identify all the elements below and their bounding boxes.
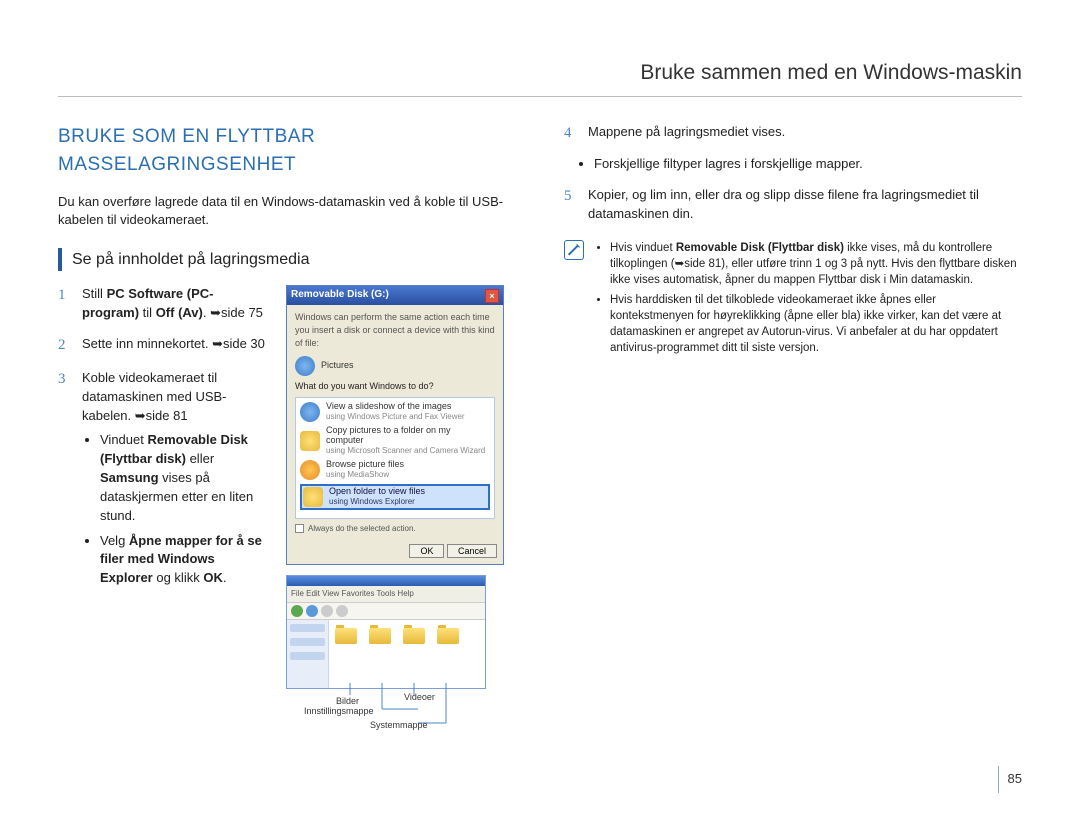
note-list: Hvis vinduet Removable Disk (Flyttbar di… bbox=[594, 240, 1022, 361]
folder-icon bbox=[335, 628, 357, 680]
step-1-body: Still PC Software (PC-program) til Off (… bbox=[82, 285, 268, 323]
ok-button[interactable]: OK bbox=[409, 544, 444, 558]
step-5-body: Kopier, og lim inn, eller dra og slipp d… bbox=[588, 186, 1022, 224]
step-4-body: Mappene på lagringsmediet vises. bbox=[588, 123, 1022, 145]
step-3-body: Koble videokameraet til datamaskinen med… bbox=[82, 369, 268, 594]
cancel-button[interactable]: Cancel bbox=[447, 544, 497, 558]
note-item-2: Hvis harddisken til det tilkoblede video… bbox=[610, 292, 1022, 356]
step-3-bullet-1: Vinduet Removable Disk (Flyttbar disk) e… bbox=[100, 431, 268, 525]
always-do-checkbox[interactable]: Always do the selected action. bbox=[295, 523, 495, 535]
subheading: Se på innholdet på lagringsmedia bbox=[58, 248, 528, 271]
step-number-5: 5 bbox=[564, 186, 578, 224]
explorer-toolbar bbox=[287, 603, 485, 620]
folder-icon bbox=[369, 628, 391, 680]
explorer-menu: File Edit View Favorites Tools Help bbox=[287, 586, 485, 603]
step-4-bullet: Forskjellige filtyper lagres i forskjell… bbox=[594, 155, 1022, 174]
dialog-title-text: Removable Disk (G:) bbox=[291, 288, 389, 303]
step-3-bullet-2: Velg Åpne mapper for å se filer med Wind… bbox=[100, 532, 268, 589]
callout-labels: Bilder Videoer Innstillingsmappe Systemm… bbox=[286, 683, 528, 743]
section-title: BRUKE SOM EN FLYTTBAR MASSELAGRINGSENHET bbox=[58, 123, 528, 178]
step-number-3: 3 bbox=[58, 369, 72, 594]
copy-pictures-icon bbox=[300, 431, 320, 451]
removable-disk-dialog: Removable Disk (G:) × Windows can perfor… bbox=[286, 285, 504, 565]
pictures-label: Pictures bbox=[321, 361, 495, 371]
step-2-body: Sette inn minnekortet. ➥side 30 bbox=[82, 335, 268, 357]
pictures-icon bbox=[295, 356, 315, 376]
page-number: 85 bbox=[998, 770, 1022, 789]
close-icon[interactable]: × bbox=[485, 289, 499, 303]
open-folder-icon bbox=[303, 487, 323, 507]
explorer-window: File Edit View Favorites Tools Help bbox=[286, 575, 486, 689]
browse-pictures-icon bbox=[300, 460, 320, 480]
intro-text: Du kan overføre lagrede data til en Wind… bbox=[58, 193, 528, 231]
slideshow-icon bbox=[300, 402, 320, 422]
step-number-4: 4 bbox=[564, 123, 578, 145]
folder-icon bbox=[437, 628, 459, 680]
explorer-sidebar bbox=[287, 620, 329, 688]
step-number-2: 2 bbox=[58, 335, 72, 357]
folder-icon bbox=[403, 628, 425, 680]
explorer-folder-pane bbox=[329, 620, 485, 688]
step-number-1: 1 bbox=[58, 285, 72, 323]
dialog-options-list[interactable]: View a slideshow of the imagesusing Wind… bbox=[295, 397, 495, 519]
note-icon bbox=[564, 240, 584, 260]
dialog-prompt: What do you want Windows to do? bbox=[295, 380, 495, 393]
running-header: Bruke sammen med en Windows-maskin bbox=[58, 58, 1022, 97]
note-item-1: Hvis vinduet Removable Disk (Flyttbar di… bbox=[610, 240, 1022, 288]
dialog-line1: Windows can perform the same action each… bbox=[295, 311, 495, 350]
